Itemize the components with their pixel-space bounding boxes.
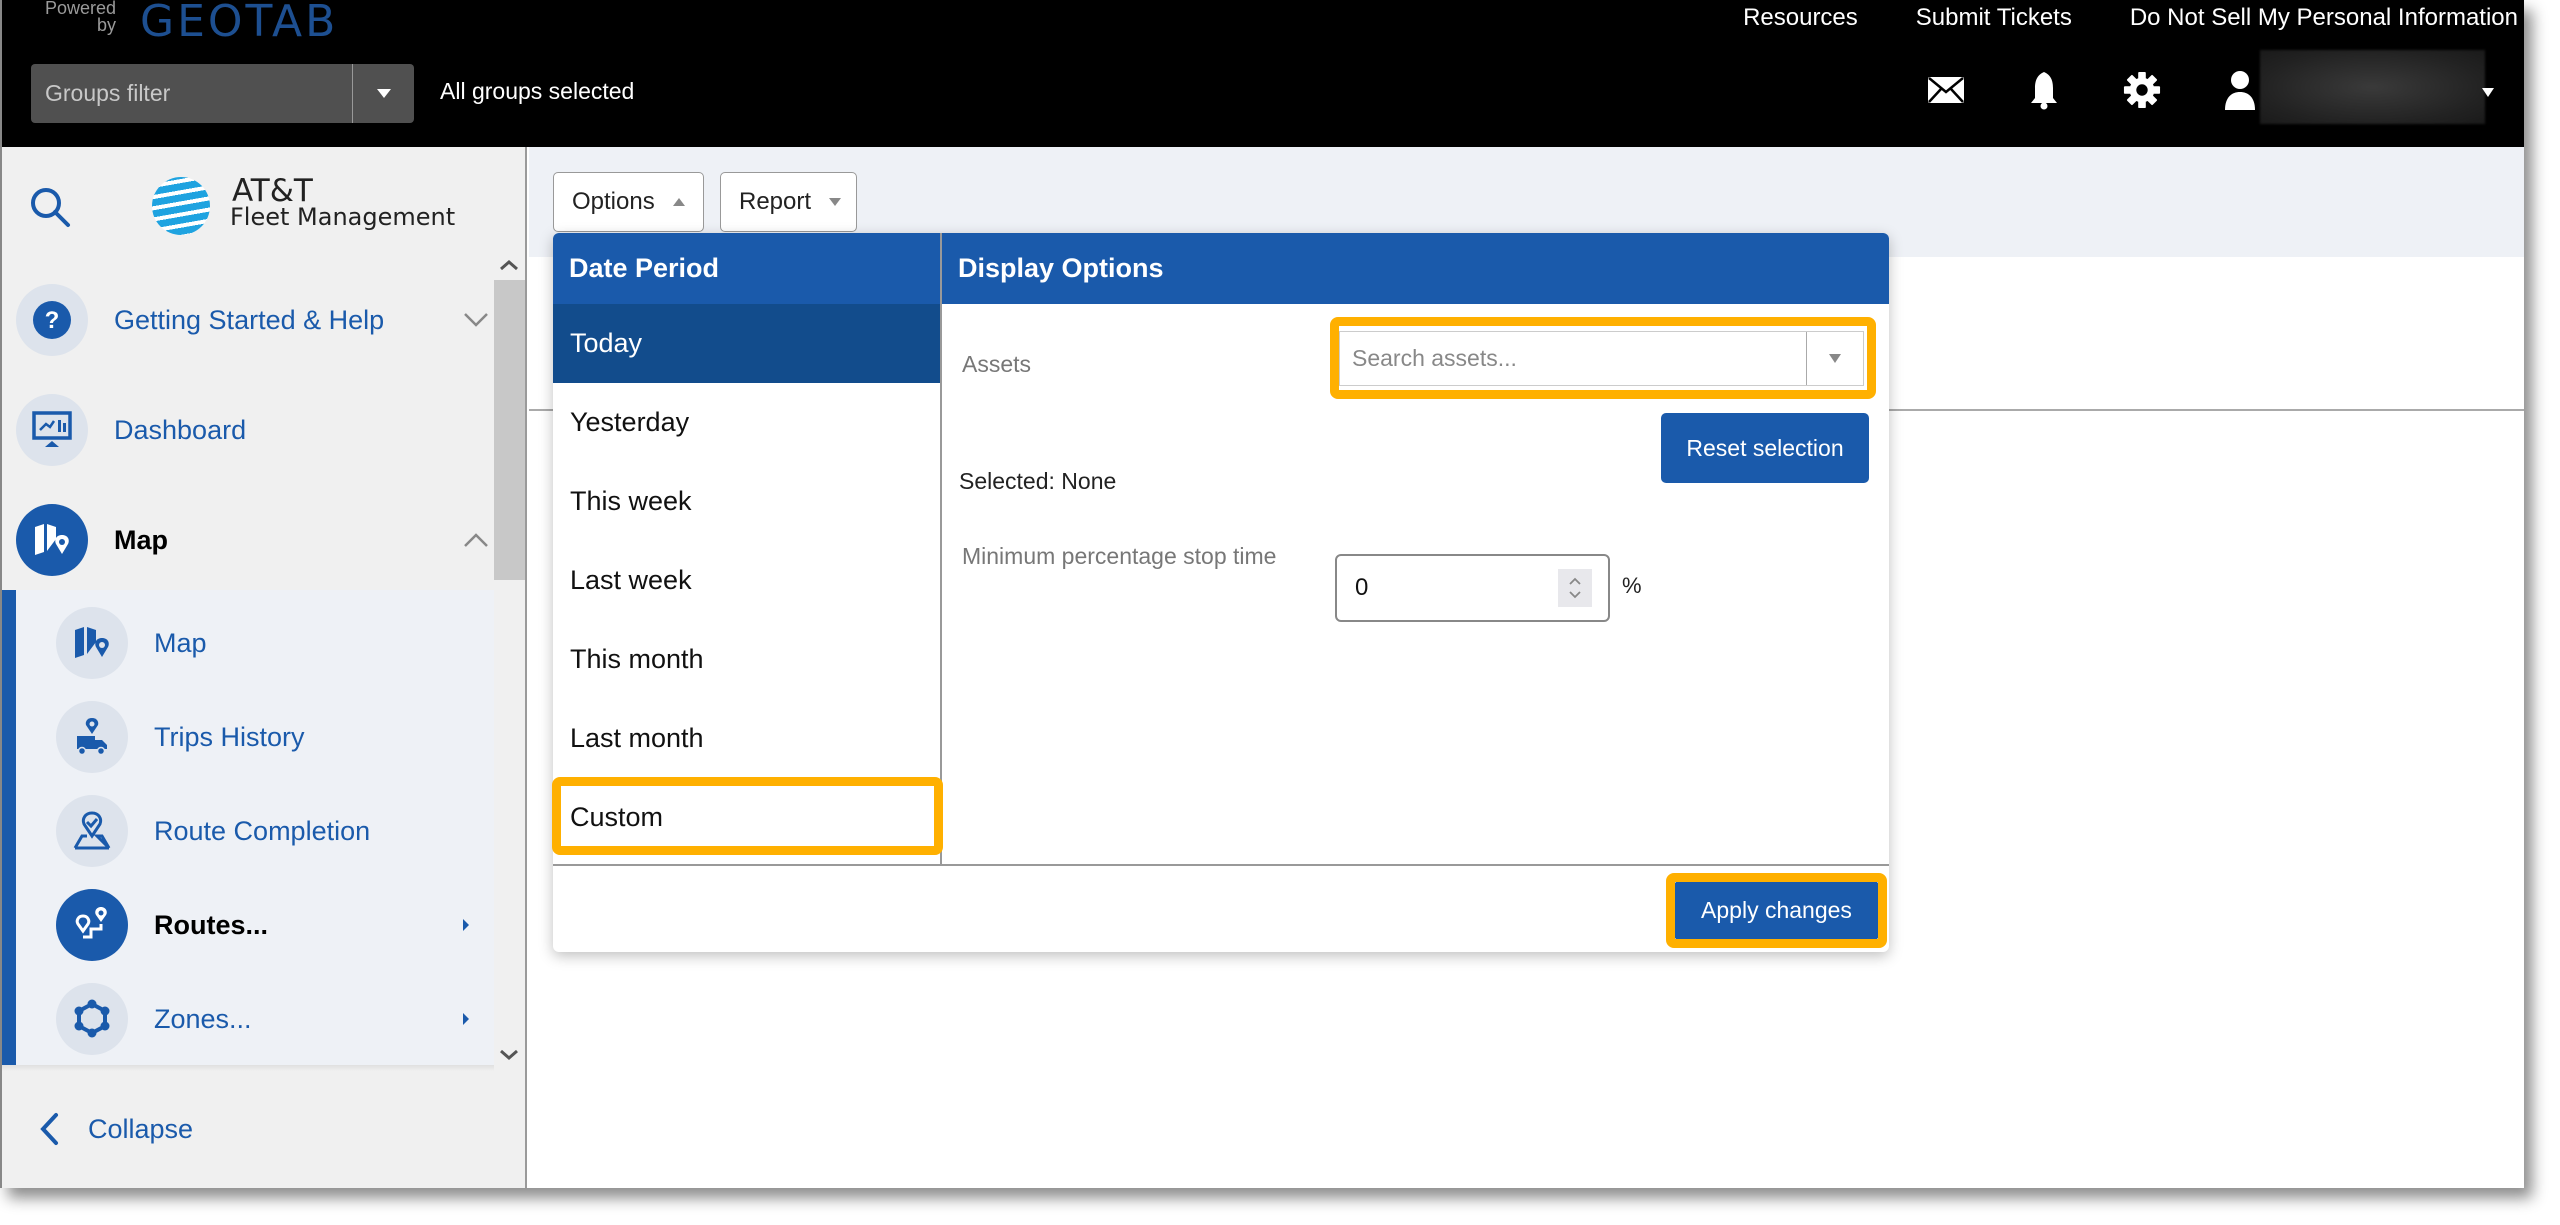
geotab-logo: GEOTAB [140, 0, 339, 47]
chevron-right-icon[interactable] [436, 1012, 496, 1026]
trips-history-icon [56, 701, 128, 773]
user-icon[interactable] [2221, 70, 2259, 110]
groups-filter-dropdown[interactable]: Groups filter [31, 64, 414, 123]
reset-selection-button[interactable]: Reset selection [1661, 413, 1869, 483]
sidebar-subitem-label: Routes... [154, 909, 269, 940]
user-name-redacted[interactable] [2260, 50, 2485, 124]
caret-up-icon [672, 198, 685, 206]
display-options-header: Display Options [942, 233, 1889, 304]
sidebar-item-map[interactable]: Map [16, 495, 506, 585]
user-menu-caret-icon[interactable] [2482, 88, 2494, 97]
date-period-panel: Date Period Today Yesterday This week La… [553, 233, 942, 864]
sidebar-scrollbar[interactable] [494, 255, 525, 1065]
help-icon: ? [16, 284, 88, 356]
collapse-button[interactable]: Collapse [38, 1112, 193, 1146]
app-window: Powered by GEOTAB Groups filter All grou… [0, 0, 2524, 1188]
scroll-down-icon[interactable] [498, 1045, 520, 1065]
date-option-today[interactable]: Today [553, 304, 940, 383]
report-button[interactable]: Report [720, 172, 857, 232]
options-label: Options [572, 188, 655, 215]
apply-changes-button[interactable]: Apply changes [1674, 881, 1879, 940]
min-stop-time-input[interactable] [1337, 574, 1558, 602]
date-option-yesterday[interactable]: Yesterday [553, 383, 940, 462]
sidebar-item-dashboard[interactable]: Dashboard [16, 385, 506, 475]
sidebar-subitem-label: Zones... [154, 1003, 252, 1034]
sidebar-item-label: Getting Started & Help [114, 304, 385, 335]
scroll-up-icon[interactable] [498, 255, 520, 275]
submit-tickets-link[interactable]: Submit Tickets [1916, 4, 2072, 32]
sidebar-nav: ? Getting Started & Help Dashboard Map M… [2, 255, 527, 1065]
sidebar-subitem-label: Trips History [154, 721, 305, 752]
caret-down-icon [829, 198, 842, 206]
svg-text:?: ? [45, 307, 60, 334]
sidebar: AT&T Fleet Management ? Getting Started … [2, 147, 527, 1188]
att-globe-logo [152, 177, 210, 235]
options-button[interactable]: Options [553, 172, 704, 232]
sidebar-subitem-route-completion[interactable]: Route Completion [56, 786, 496, 876]
assets-label: Assets [962, 351, 1032, 377]
assets-search-input[interactable] [1340, 332, 1806, 385]
top-header: Powered by GEOTAB Groups filter All grou… [2, 0, 2524, 147]
resources-link[interactable]: Resources [1743, 4, 1858, 32]
date-option-last-month[interactable]: Last month [553, 699, 940, 778]
gear-icon[interactable] [2123, 70, 2161, 110]
date-period-header: Date Period [553, 233, 940, 304]
dialog-footer-divider [553, 864, 1889, 866]
dashboard-icon [16, 394, 88, 466]
map-submenu: Map Trips History Route Completion Route… [2, 590, 494, 1065]
collapse-label: Collapse [88, 1113, 194, 1144]
logo-subtitle: Fleet Management [230, 203, 456, 231]
sidebar-item-getting-started[interactable]: ? Getting Started & Help [16, 275, 506, 365]
display-options-panel: Display Options Assets Reset selection S… [942, 233, 1889, 864]
groups-filter-label: Groups filter [45, 80, 171, 106]
sidebar-subitem-label: Map [154, 627, 207, 658]
route-completion-icon [56, 795, 128, 867]
sidebar-item-label: Map [114, 524, 168, 555]
caret-down-icon [1829, 354, 1841, 363]
date-option-this-month[interactable]: This month [553, 620, 940, 699]
header-icons [1927, 70, 2259, 110]
powered-by-label: Powered by [44, 0, 116, 35]
min-stop-time-label: Minimum percentage stop time [962, 543, 1277, 569]
sidebar-scroll-shadow [2, 1065, 494, 1071]
sidebar-subitem-trips-history[interactable]: Trips History [56, 692, 496, 782]
percent-unit: % [1622, 573, 1642, 598]
chevron-right-icon[interactable] [436, 918, 496, 932]
scrollbar-thumb[interactable] [494, 280, 525, 580]
top-links: Resources Submit Tickets Do Not Sell My … [1743, 4, 2518, 32]
map-icon [56, 607, 128, 679]
min-stop-time-stepper[interactable] [1335, 554, 1610, 622]
options-dialog: Date Period Today Yesterday This week La… [552, 233, 1889, 952]
groups-status: All groups selected [440, 78, 635, 104]
caret-down-icon [376, 89, 391, 98]
assets-search-field[interactable] [1339, 331, 1864, 386]
report-label: Report [739, 188, 812, 215]
selected-assets-text: Selected: None [959, 468, 1117, 494]
sidebar-subitem-zones[interactable]: Zones... [56, 974, 496, 1064]
zones-icon [56, 983, 128, 1055]
do-not-sell-link[interactable]: Do Not Sell My Personal Information [2130, 4, 2518, 32]
chevron-left-icon [40, 1113, 58, 1145]
date-option-custom[interactable]: Custom [553, 778, 940, 857]
routes-icon [56, 889, 128, 961]
sidebar-subitem-label: Route Completion [154, 815, 371, 846]
assets-dropdown-toggle[interactable] [1806, 332, 1863, 385]
sidebar-subitem-map[interactable]: Map [56, 598, 496, 688]
bell-icon[interactable] [2025, 70, 2063, 110]
date-option-last-week[interactable]: Last week [553, 541, 940, 620]
search-icon[interactable] [28, 185, 72, 234]
date-option-this-week[interactable]: This week [553, 462, 940, 541]
map-icon [16, 504, 88, 576]
spinner-icon[interactable] [1558, 569, 1592, 607]
mail-icon[interactable] [1927, 70, 1965, 110]
groups-filter-toggle[interactable] [352, 64, 414, 123]
sidebar-item-label: Dashboard [114, 414, 247, 445]
sidebar-subitem-routes[interactable]: Routes... [56, 880, 496, 970]
